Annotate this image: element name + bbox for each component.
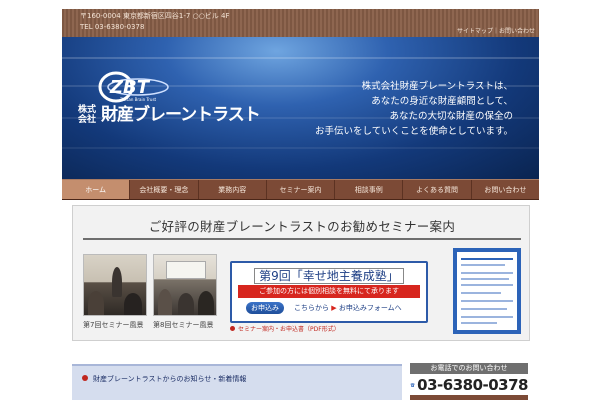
hero-banner: ZBT Zaisan Brain Trust 株式会社 財産ブレーントラスト 株… — [62, 37, 539, 179]
address-block: 〒160-0004 東京都新宿区四谷1-7 ○○ビル 4F TEL 03-638… — [80, 11, 230, 33]
phone-contact-box: お電話でのお問い合わせ 03-6380-0378 — [410, 363, 528, 400]
nav-item-contact[interactable]: お問い合わせ — [472, 180, 539, 199]
apply-button[interactable]: お申込み — [246, 302, 284, 314]
logo-company-name[interactable]: 財産ブレーントラスト — [101, 100, 261, 125]
nav-item-services[interactable]: 業務内容 — [199, 180, 267, 199]
sitemap-link[interactable]: サイトマップ｜お問い合わせ — [457, 26, 535, 35]
tagline-line: 株式会社財産ブレーントラストは、 — [361, 81, 513, 92]
nav-item-cases[interactable]: 相談事例 — [335, 180, 404, 199]
logo-mark-text: ZBT — [109, 77, 151, 98]
divider — [83, 238, 521, 240]
news-heading-bar: 財産ブレーントラストからのお知らせ・新着情報 — [72, 364, 402, 400]
seminar-title: ご好評の財産ブレーントラストのお勧めセミナー案内 — [148, 219, 456, 234]
contact-heading: お電話でのお問い合わせ — [410, 363, 528, 374]
free-consultation-notice: ご参加の方には個別相談を無料にて承ります — [238, 285, 420, 298]
seminar-photo-8[interactable] — [153, 254, 217, 316]
nav-item-company[interactable]: 会社概要・理念 — [130, 180, 199, 199]
page: 〒160-0004 東京都新宿区四谷1-7 ○○ビル 4F TEL 03-638… — [62, 9, 539, 400]
apply-link-text: お申込みフォームへ — [338, 304, 402, 312]
bullet-icon — [230, 326, 235, 331]
news-heading-text: 財産ブレーントラストからのお知らせ・新着情報 — [93, 375, 247, 383]
address-line: 〒160-0004 東京都新宿区四谷1-7 ○○ビル 4F — [80, 12, 230, 20]
tagline-line: あなたの大切な財産の保全の — [389, 111, 513, 122]
photo-caption: 第7回セミナー風景 — [83, 321, 144, 329]
banner-title-text: 第9回「幸せ地主養成塾」 — [254, 268, 404, 284]
top-bar: 〒160-0004 東京都新宿区四谷1-7 ○○ビル 4F TEL 03-638… — [62, 9, 539, 37]
divider — [410, 395, 528, 400]
pdf-download-link[interactable]: セミナー案内・お申込書（PDF形式） — [230, 324, 340, 333]
pdf-link-text: セミナー案内・お申込書（PDF形式） — [238, 326, 340, 333]
tagline-line: あなたの身近な財産顧問として、 — [371, 96, 513, 107]
photo-caption: 第8回セミナー風景 — [153, 321, 214, 329]
apply-link-prefix: こちらから — [294, 304, 329, 312]
seminar-section: ご好評の財産ブレーントラストのお勧めセミナー案内 第7回セミナー風景 第8回セミ… — [72, 205, 530, 341]
tagline: 株式会社財産ブレーントラストは、 あなたの身近な財産顧問として、 あなたの大切な… — [315, 79, 513, 139]
news-heading: 財産ブレーントラストからのお知らせ・新着情報 — [82, 374, 246, 384]
seminar-flyer-thumbnail[interactable] — [453, 248, 521, 334]
contact-tel-row: 03-6380-0378 — [410, 376, 528, 394]
seminar-photo-7[interactable] — [83, 254, 147, 316]
phone-number[interactable]: 03-6380-0378 — [417, 376, 528, 394]
phone-line: TEL 03-6380-0378 — [80, 23, 145, 31]
nav-item-faq[interactable]: よくある質問 — [403, 180, 472, 199]
seminar-banner[interactable]: 第9回「幸せ地主養成塾」 ご参加の方には個別相談を無料にて承ります お申込み こ… — [230, 261, 428, 323]
arrow-right-icon: ▶ — [331, 304, 337, 312]
bullet-icon — [82, 375, 88, 381]
phone-icon — [410, 383, 415, 387]
nav-item-home[interactable]: ホーム — [62, 180, 131, 199]
banner-title: 第9回「幸せ地主養成塾」 — [232, 267, 426, 284]
main-nav: ホーム 会社概要・理念 業務内容 セミナー案内 相談事例 よくある質問 お問い合… — [62, 179, 539, 200]
apply-form-link[interactable]: こちらから ▶ お申込みフォームへ — [294, 303, 402, 313]
zbt-logo-icon[interactable]: ZBT Zaisan Brain Trust — [98, 71, 170, 103]
logo-company-type: 株式会社 — [78, 105, 97, 125]
tagline-line: お手伝いをしていくことを使命としています。 — [315, 126, 513, 137]
nav-item-seminar[interactable]: セミナー案内 — [267, 180, 336, 199]
